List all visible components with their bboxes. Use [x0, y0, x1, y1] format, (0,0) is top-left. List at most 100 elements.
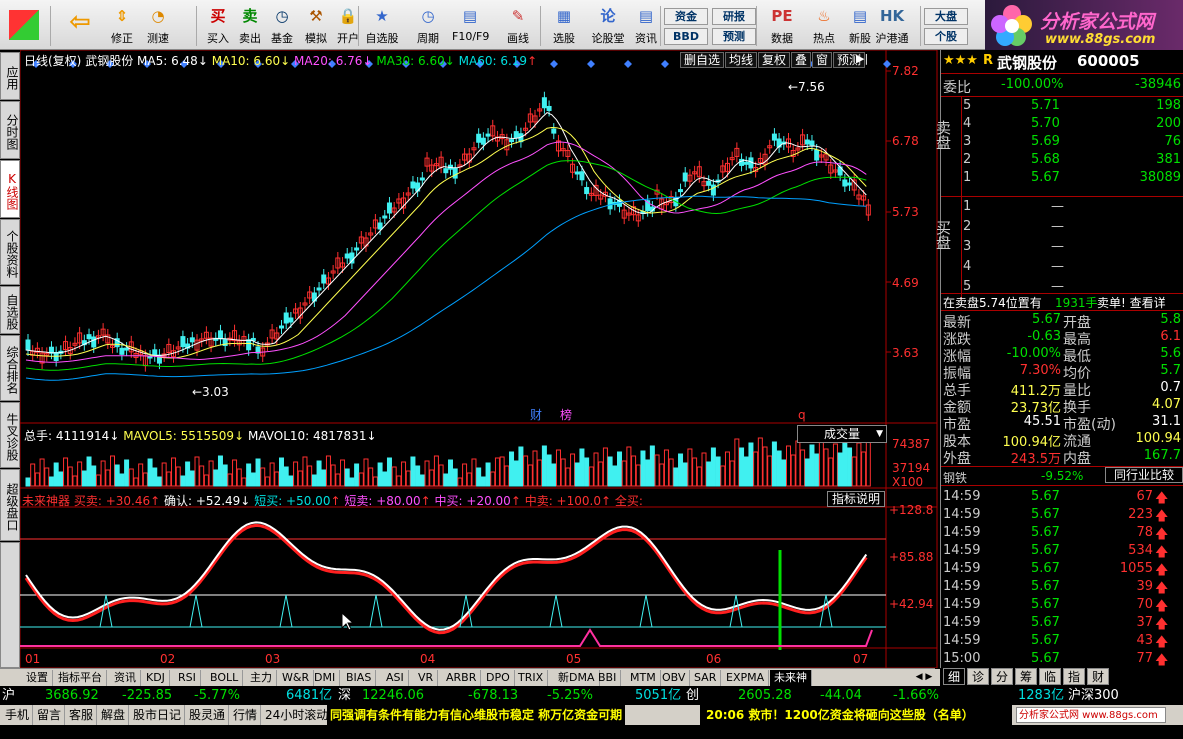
status-item-1[interactable]: 留言	[34, 705, 66, 725]
volume-bar	[480, 476, 486, 487]
indicator-tab-15[interactable]: 新DMA	[554, 670, 600, 686]
fire-button[interactable]: ♨ 热点	[806, 4, 842, 48]
right-tab-1[interactable]: 诊	[967, 668, 989, 685]
candle	[91, 336, 97, 348]
indicator-tab-21[interactable]: 未来神	[770, 670, 812, 686]
yuce-button[interactable]: 预测	[712, 28, 756, 45]
indicator-tab-12[interactable]: ARBR	[442, 670, 482, 686]
side-tab-3[interactable]: 个股资料	[0, 219, 20, 285]
indicator-tab-2[interactable]: 资讯	[110, 670, 141, 686]
indicator-tab-6[interactable]: 主力	[246, 670, 277, 686]
indicator-tab-10[interactable]: ASI	[382, 670, 409, 686]
indicator-help-button[interactable]: 指标说明	[827, 491, 885, 507]
cy-label[interactable]: 创	[686, 687, 699, 705]
side-tab-6[interactable]: 牛叉诊股	[0, 402, 20, 468]
bottom-scroll-arrows[interactable]: ◀ ▶	[908, 669, 940, 686]
indicator-tab-5[interactable]: BOLL	[206, 670, 244, 686]
zijin-dropdown[interactable]: 资金	[664, 8, 708, 25]
yanbao-button[interactable]: 研报	[712, 8, 756, 25]
hammer-button[interactable]: ⚒ 模拟	[298, 4, 334, 48]
chart-button-1[interactable]: 均线	[725, 52, 758, 68]
f10-button[interactable]: ▤ F10/F9	[452, 4, 489, 48]
pe-button[interactable]: PE 数据	[764, 4, 800, 48]
new-stock-button[interactable]: ▤ 新股	[842, 4, 878, 48]
status-item-4[interactable]: 股市日记	[130, 705, 186, 725]
indicator-tab-11[interactable]: VR	[414, 670, 439, 686]
status-item-2[interactable]: 客服	[66, 705, 98, 725]
indicator-tab-17[interactable]: MTM	[626, 670, 661, 686]
indicator-tab-8[interactable]: DMI	[310, 670, 341, 686]
candle	[814, 149, 820, 161]
news-button[interactable]: ▤ 资讯	[628, 4, 664, 48]
indicator-tab-3[interactable]: KDJ	[142, 670, 170, 686]
status-item-3[interactable]: 解盘	[98, 705, 130, 725]
indicator-tab-16[interactable]: BBI	[594, 670, 622, 686]
right-tab-5[interactable]: 指	[1063, 668, 1085, 685]
side-tab-2[interactable]: K线图	[0, 160, 20, 218]
right-tab-6[interactable]: 财	[1087, 668, 1109, 685]
up-down-button[interactable]: ⇕ 修正	[104, 4, 140, 48]
indicator-tab-19[interactable]: SAR	[690, 670, 722, 686]
sector-name[interactable]: 钢铁	[943, 469, 967, 486]
chart-button-2[interactable]: 复权	[758, 52, 791, 68]
compare-button[interactable]: 同行业比较	[1105, 467, 1183, 483]
quote-stock-code: 600005	[1077, 52, 1140, 70]
side-tab-7[interactable]: 超级盘口	[0, 469, 20, 541]
indicator-name[interactable]: 未来神器	[22, 494, 70, 508]
select-button[interactable]: ▦ 选股	[546, 4, 582, 48]
chart-button-3[interactable]: 叠	[791, 52, 812, 68]
chart-button-0[interactable]: 删自选	[680, 52, 725, 68]
candle	[124, 347, 130, 351]
indicator-tab-0[interactable]: 设置	[22, 670, 53, 686]
status-item-7[interactable]: 24小时滚动	[262, 705, 333, 725]
status-item-5[interactable]: 股灵通	[186, 705, 230, 725]
clock-button[interactable]: ◔ 测速	[140, 4, 176, 48]
dapan-dropdown[interactable]: 大盘	[924, 8, 968, 25]
position-text[interactable]: 在卖盘5.74位置有	[943, 294, 1042, 311]
fund-button[interactable]: ◷ 基金	[264, 4, 300, 48]
sz-label[interactable]: 深	[338, 687, 351, 705]
right-tab-4[interactable]: 临	[1039, 668, 1061, 685]
right-tab-2[interactable]: 分	[991, 668, 1013, 685]
news-ticker-2[interactable]: 20:06 救市！1200亿资金将砸向这些股（名单）	[700, 705, 1012, 725]
hs300-label[interactable]: 沪深300	[1068, 687, 1119, 705]
indicator-tab-1[interactable]: 指标平台	[54, 670, 107, 686]
forum-button[interactable]: 论论股堂	[590, 4, 626, 48]
news-ticker-1[interactable]: 同强调有条件有能力有信心维股市稳定 称万亿资金可期	[327, 705, 626, 725]
kline-chart[interactable]: ←7.56 ←3.03 财 榜 q	[20, 50, 940, 668]
candle	[476, 133, 482, 143]
collapse-arrow-icon[interactable]: ▶|	[856, 52, 868, 65]
volume-dropdown[interactable]: 成交量 ▼	[797, 425, 887, 443]
period-label[interactable]: 日线(复权)	[24, 54, 81, 68]
indicator-tab-4[interactable]: RSI	[174, 670, 201, 686]
period-button[interactable]: ◷ 周期	[410, 4, 446, 48]
indicator-tab-9[interactable]: BIAS	[342, 670, 377, 686]
volume-bar	[105, 469, 111, 487]
indicator-tab-18[interactable]: OBV	[658, 670, 691, 686]
back-arrow-button[interactable]: ⇦	[62, 4, 98, 48]
sh-label[interactable]: 沪	[2, 687, 15, 705]
sell-button[interactable]: 卖卖出	[232, 4, 268, 48]
status-item-6[interactable]: 行情	[230, 705, 262, 725]
position-action[interactable]: 卖单! 查看详	[1097, 294, 1166, 311]
windows-logo-button[interactable]: ▦	[6, 4, 42, 48]
status-item-0[interactable]: 手机	[2, 705, 34, 725]
star-button[interactable]: ★ 自选股	[364, 4, 400, 48]
chart-button-4[interactable]: 窗	[812, 52, 833, 68]
hk-button[interactable]: HK 沪港通	[874, 4, 910, 48]
indicator-tab-13[interactable]: DPO	[482, 670, 515, 686]
pen-button[interactable]: ✎ 画线	[500, 4, 536, 48]
indicator-tab-20[interactable]: EXPMA	[722, 670, 770, 686]
indicator-tab-14[interactable]: TRIX	[514, 670, 549, 686]
indicator-tab-7[interactable]: W&R	[278, 670, 315, 686]
right-tab-3[interactable]: 筹	[1015, 668, 1037, 685]
gegu-button[interactable]: 个股	[924, 28, 968, 45]
side-tab-4[interactable]: 自选股	[0, 286, 20, 334]
side-tab-0[interactable]: 应用	[0, 52, 20, 100]
bbd-button[interactable]: BBD	[664, 28, 708, 45]
right-tab-0[interactable]: 细	[943, 668, 965, 685]
side-tab-5[interactable]: 综合排名	[0, 335, 20, 401]
side-tab-1[interactable]: 分时图	[0, 101, 20, 159]
buy-button[interactable]: 买买入	[200, 4, 236, 48]
lock-button[interactable]: 🔒 开户	[330, 4, 366, 48]
